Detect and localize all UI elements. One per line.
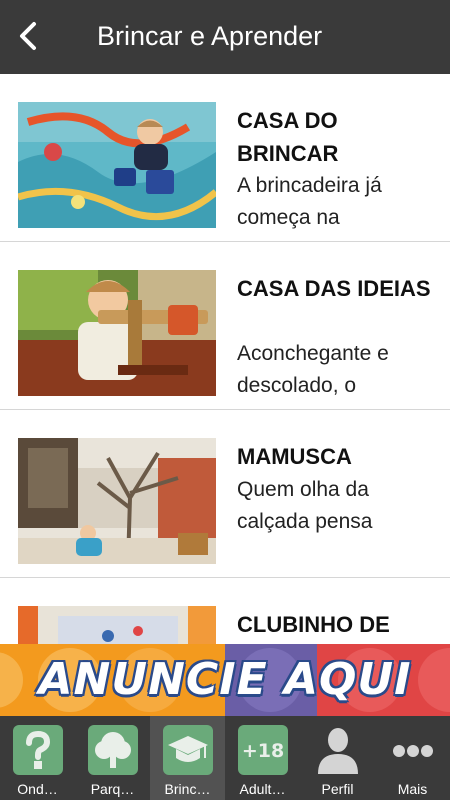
svg-text:+18: +18 — [242, 740, 284, 762]
ad-banner[interactable]: ANUNCIE AQUI — [0, 644, 450, 716]
plus-18-icon: +18 — [237, 724, 289, 776]
tab-adultos[interactable]: +18 Adult… — [225, 716, 300, 800]
tab-brincar[interactable]: Brinc… — [150, 716, 225, 800]
tab-label: Brinc… — [164, 781, 211, 797]
item-title: CASA DO BRINCAR — [237, 108, 339, 166]
list-item[interactable]: CASA DO BRINCAR A brincadeira já começa … — [0, 74, 450, 242]
item-thumbnail — [18, 606, 216, 644]
item-description: A brincadeira já começa na — [237, 174, 382, 229]
tree-icon — [87, 724, 139, 776]
item-title: CLUBINHO DE — [237, 612, 390, 637]
list-item[interactable]: CASA DAS IDEIAS Aconchegante e descolado… — [0, 242, 450, 410]
back-button[interactable] — [14, 18, 44, 54]
item-title: MAMUSCA — [237, 444, 352, 469]
tab-label: Mais — [397, 781, 428, 797]
page-title: Brincar e Aprender — [97, 21, 323, 51]
item-thumbnail — [18, 102, 216, 228]
list-item[interactable]: MAMUSCA Quem olha da calçada pensa — [0, 410, 450, 578]
list-item[interactable]: CLUBINHO DE — [0, 578, 450, 644]
item-description: Quem olha da calçada pensa — [237, 478, 373, 533]
banner-text: ANUNCIE AQUI — [38, 654, 412, 705]
tab-perfil[interactable]: Perfil — [300, 716, 375, 800]
person-icon — [312, 724, 364, 776]
tab-label: Ond… — [17, 781, 58, 797]
question-icon — [12, 724, 64, 776]
graduation-cap-icon — [162, 724, 214, 776]
tab-label: Perfil — [321, 781, 354, 797]
tab-label: Parq… — [90, 781, 135, 797]
bottom-tab-bar: Ond… Parq… Brinc… +18 Adult… Perfil Mais — [0, 716, 450, 800]
tab-parques[interactable]: Parq… — [75, 716, 150, 800]
more-dots-icon — [387, 724, 439, 776]
tab-label: Adult… — [239, 781, 286, 797]
place-list[interactable]: CASA DO BRINCAR A brincadeira já começa … — [0, 74, 450, 644]
tab-mais[interactable]: Mais — [375, 716, 450, 800]
tab-onde[interactable]: Ond… — [0, 716, 75, 800]
item-thumbnail — [18, 438, 216, 564]
item-description: Aconchegante e descolado, o — [237, 342, 389, 397]
app-header: Brincar e Aprender — [0, 0, 450, 74]
item-title: CASA DAS IDEIAS — [237, 276, 431, 301]
back-arrow-icon — [20, 22, 36, 50]
item-thumbnail — [18, 270, 216, 396]
